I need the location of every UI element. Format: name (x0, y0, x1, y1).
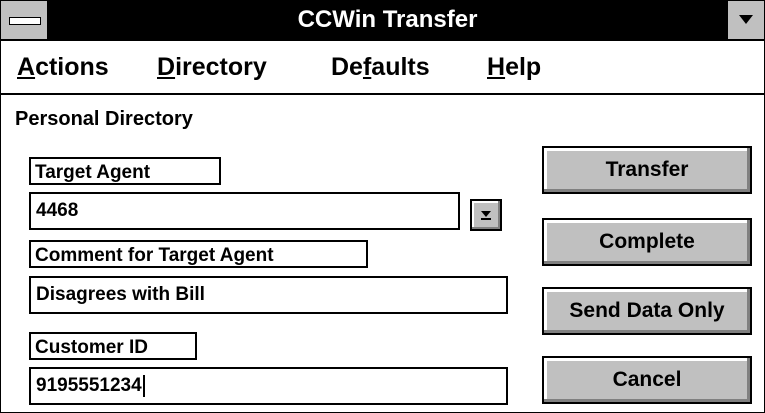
send-data-only-button[interactable]: Send Data Only (542, 287, 752, 335)
title-bar[interactable]: CCWin Transfer (1, 1, 764, 41)
target-agent-label: Target Agent (29, 157, 221, 185)
menu-bar: Actions Directory Defaults Help (1, 41, 764, 95)
menu-actions-accel: A (17, 53, 36, 81)
customer-id-field[interactable]: 9195551234 (29, 367, 508, 405)
menu-actions-label: ctions (35, 53, 109, 81)
system-menu-icon (9, 17, 41, 25)
minimize-button[interactable] (726, 1, 764, 39)
text-caret (142, 374, 145, 397)
system-menu-button[interactable] (1, 1, 49, 39)
target-agent-dropdown-button[interactable] (470, 199, 502, 231)
menu-help-label: elp (505, 53, 542, 81)
transfer-button[interactable]: Transfer (542, 146, 752, 194)
customer-id-label: Customer ID (29, 332, 197, 360)
menu-directory-accel: D (157, 53, 176, 81)
menu-directory[interactable]: Directory (157, 51, 267, 83)
complete-button[interactable]: Complete (542, 218, 752, 266)
comment-label: Comment for Target Agent (29, 240, 368, 268)
menu-help[interactable]: Help (487, 51, 541, 83)
menu-help-accel: H (487, 53, 506, 81)
target-agent-field[interactable]: 4468 (29, 192, 460, 230)
ccwin-transfer-window: CCWin Transfer Actions Directory Default… (0, 0, 765, 413)
comment-field[interactable]: Disagrees with Bill (29, 276, 508, 314)
dropdown-arrow-icon (481, 211, 491, 220)
window-title: CCWin Transfer (297, 6, 478, 33)
menu-directory-label: irectory (175, 53, 267, 81)
menu-actions[interactable]: Actions (17, 51, 109, 83)
customer-id-value: 9195551234 (36, 375, 142, 396)
section-title: Personal Directory (15, 108, 193, 130)
minimize-icon (739, 15, 753, 24)
cancel-button[interactable]: Cancel (542, 356, 752, 404)
menu-defaults-prefix: De (331, 53, 363, 81)
menu-defaults[interactable]: Defaults (331, 51, 430, 83)
menu-defaults-label: aults (371, 53, 430, 81)
